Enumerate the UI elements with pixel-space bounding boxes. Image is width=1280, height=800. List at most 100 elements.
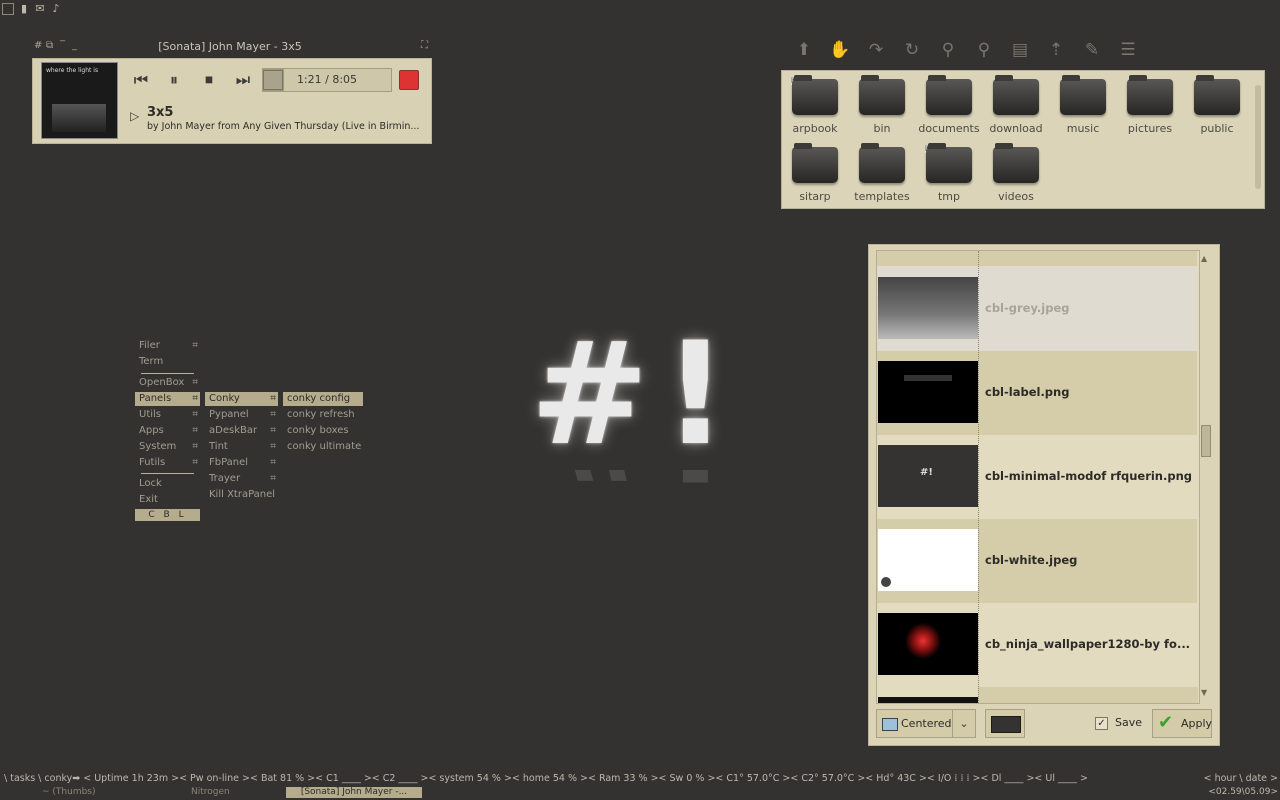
folder-arpbook[interactable]: ⇱ arpbook: [782, 75, 848, 139]
folder-videos[interactable]: videos: [983, 143, 1049, 207]
menu-item-fbpanel[interactable]: FbPanel ⌗: [205, 456, 278, 470]
scroll-down-icon[interactable]: ▼: [1201, 688, 1207, 697]
menu-item-trayer[interactable]: Trayer ⌗: [205, 472, 278, 486]
list-row[interactable]: [877, 251, 1197, 266]
window-icon[interactable]: [2, 2, 14, 15]
menu-item-label: Conky: [209, 393, 240, 404]
menu-item-exit[interactable]: Exit: [135, 493, 200, 507]
menu-item-futils[interactable]: Futils ⌗: [135, 456, 200, 470]
scroll-thumb[interactable]: [1201, 425, 1211, 457]
zoom-out-icon[interactable]: ⚲: [970, 38, 998, 62]
folder-icon: [926, 75, 972, 115]
signal-icon[interactable]: ▮: [18, 2, 30, 15]
task-thumbs[interactable]: ~ (Thumbs): [42, 787, 162, 798]
submenu-icon: ⌗: [270, 473, 276, 484]
thumbnail-logo: #!: [920, 467, 933, 478]
expander-arrow-icon[interactable]: ▷: [130, 109, 139, 123]
folder-public[interactable]: public: [1184, 75, 1250, 139]
stop-icon[interactable]: ✋: [826, 38, 854, 62]
menu-item-conky-config[interactable]: conky config: [283, 392, 363, 406]
menu-item-panels[interactable]: Panels ⌗: [135, 392, 200, 406]
next-button[interactable]: ⏭: [232, 69, 254, 91]
folder-bin[interactable]: bin: [849, 75, 915, 139]
menu-item-term[interactable]: Term: [135, 355, 200, 369]
menu-item-label: Utils: [139, 409, 162, 420]
list-item-cbl-label[interactable]: cbl-label.png: [877, 351, 1197, 435]
folder-pictures[interactable]: pictures: [1117, 75, 1183, 139]
pause-button[interactable]: ⏸: [163, 69, 185, 91]
menu-item-conky[interactable]: Conky ⌗: [205, 392, 278, 406]
volume-icon[interactable]: [399, 70, 419, 90]
zoom-in-icon[interactable]: ⚲: [934, 38, 962, 62]
album-art-image: [52, 104, 106, 132]
maximize-icon[interactable]: ⛶: [421, 40, 428, 51]
redo-icon[interactable]: ↷: [862, 38, 890, 62]
document-icon[interactable]: ▤: [1006, 38, 1034, 62]
menu-item-conky-ultimate[interactable]: conky ultimate: [283, 440, 363, 454]
mail-icon[interactable]: ✉: [34, 2, 46, 15]
list-item-cbl-white[interactable]: cbl-white.jpeg: [877, 519, 1197, 603]
list-item-cbl-minimal[interactable]: #! cbl-minimal-modof rfquerin.png: [877, 435, 1197, 519]
music-note-icon[interactable]: ♪: [50, 2, 62, 15]
album-art[interactable]: where the light is: [41, 62, 118, 139]
submenu-icon: ⌗: [192, 340, 198, 351]
list-item-cbl-grey[interactable]: cbl-grey.jpeg: [877, 267, 1197, 351]
thumbnail-edge: [878, 697, 978, 703]
folder-label: sitarp: [799, 190, 831, 203]
menu-item-pypanel[interactable]: Pypanel ⌗: [205, 408, 278, 422]
up-arrow-icon[interactable]: ⬆: [790, 38, 818, 62]
list-row[interactable]: [978, 687, 1198, 703]
crunchbang-logo: #! #!: [530, 320, 760, 506]
conky-status-bar: \ tasks \ conky➡ < Uptime 1h 23m >< Pw o…: [0, 773, 1280, 786]
task-nitrogen[interactable]: Nitrogen: [191, 787, 281, 798]
task-sonata[interactable]: [Sonata] John Mayer -...: [286, 787, 422, 798]
refresh-icon[interactable]: ↻: [898, 38, 926, 62]
conky-hour-date-label: < hour \ date >: [1203, 773, 1278, 784]
file-name: cbl-minimal-modof rfquerin.png: [985, 469, 1193, 483]
background-color-button[interactable]: [985, 709, 1025, 738]
menu-item-kill-xtrapanel[interactable]: Kill XtraPanel: [205, 488, 278, 502]
submenu-icon: ⌗: [192, 425, 198, 436]
menu-item-conky-boxes[interactable]: conky boxes: [283, 424, 363, 438]
go-up-icon[interactable]: ⇡: [1042, 38, 1070, 62]
display-mode-select[interactable]: Centered ⌄: [876, 709, 976, 738]
menu-item-label: Exit: [139, 494, 158, 505]
progress-bar[interactable]: 1:21 / 8:05: [262, 68, 392, 92]
taskbar: ~ (Thumbs) Nitrogen [Sonata] John Mayer …: [0, 787, 1280, 799]
menu-item-lock[interactable]: Lock: [135, 477, 200, 491]
menu-item-filer[interactable]: Filer ⌗: [135, 339, 200, 353]
edit-icon[interactable]: ✎: [1078, 38, 1106, 62]
menu-item-conky-refresh[interactable]: conky refresh: [283, 408, 363, 422]
save-checkbox[interactable]: ✓: [1095, 717, 1108, 730]
scroll-up-icon[interactable]: ▲: [1201, 254, 1207, 263]
menu-item-tint[interactable]: Tint ⌗: [205, 440, 278, 454]
wallpaper-list-scrollbar[interactable]: ▲ ▼: [1199, 250, 1212, 702]
folder-documents[interactable]: documents: [916, 75, 982, 139]
folder-templates[interactable]: templates: [849, 143, 915, 207]
menu-item-system[interactable]: System ⌗: [135, 440, 200, 454]
previous-button[interactable]: ⏮: [130, 69, 152, 91]
sonata-titlebar[interactable]: # ⧉ ‾ _ [Sonata] John Mayer - 3x5 ⛶: [30, 38, 430, 56]
stop-button[interactable]: ⏹: [198, 69, 220, 91]
list-icon[interactable]: ☰: [1114, 38, 1142, 62]
menu-item-openbox[interactable]: OpenBox ⌗: [135, 376, 200, 390]
menu-item-adeskbar[interactable]: aDeskBar ⌗: [205, 424, 278, 438]
menu-item-label: Term: [139, 356, 164, 367]
menu-item-apps[interactable]: Apps ⌗: [135, 424, 200, 438]
song-info: by John Mayer from Any Given Thursday (L…: [147, 121, 420, 132]
file-manager-scrollbar[interactable]: [1255, 85, 1261, 189]
menu-item-cbl[interactable]: C B L: [135, 509, 200, 521]
folder-tmp[interactable]: ⇱ tmp: [916, 143, 982, 207]
list-item-cb-ninja[interactable]: cb_ninja_wallpaper1280-by fo...: [877, 603, 1197, 687]
apply-button[interactable]: ✔ Apply: [1152, 709, 1212, 738]
progress-time: 1:21 / 8:05: [296, 73, 358, 86]
folder-music[interactable]: music: [1050, 75, 1116, 139]
chevron-down-icon[interactable]: ⌄: [952, 710, 975, 737]
folder-sitarp[interactable]: sitarp: [782, 143, 848, 207]
menu-item-label: conky boxes: [287, 425, 349, 436]
clock: <02.59\05.09>: [1208, 787, 1278, 797]
folder-download[interactable]: download: [983, 75, 1049, 139]
wallpaper-list[interactable]: cbl-grey.jpeg cbl-label.png #! cbl-minim…: [876, 250, 1200, 704]
checkmark-icon: ✔: [1158, 712, 1174, 733]
menu-item-utils[interactable]: Utils ⌗: [135, 408, 200, 422]
